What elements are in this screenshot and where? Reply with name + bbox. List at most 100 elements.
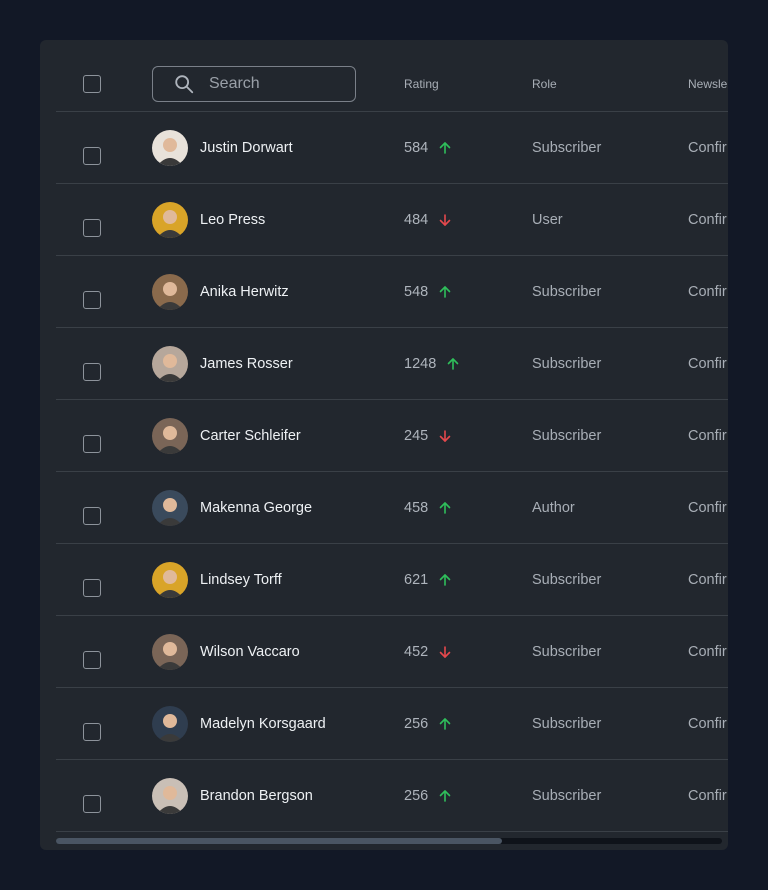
user-name[interactable]: Justin Dorwart xyxy=(200,140,293,156)
rating-cell: 621 xyxy=(404,572,452,588)
row-checkbox[interactable] xyxy=(83,723,101,741)
rating-value: 245 xyxy=(404,428,429,444)
role-cell: Subscriber xyxy=(532,644,602,660)
role-cell: Subscriber xyxy=(532,356,602,372)
select-all-checkbox[interactable] xyxy=(83,75,101,93)
column-header-rating[interactable]: Rating xyxy=(404,77,439,91)
rating-value: 458 xyxy=(404,500,429,516)
horizontal-scrollbar[interactable] xyxy=(56,838,722,844)
role-cell: Subscriber xyxy=(532,572,602,588)
table-row[interactable]: Madelyn Korsgaard 256 Subscriber Confir xyxy=(56,688,728,760)
newsletter-cell: Confir xyxy=(688,140,727,156)
rating-value: 621 xyxy=(404,572,429,588)
arrow-down-icon xyxy=(439,214,451,226)
row-checkbox[interactable] xyxy=(83,363,101,381)
arrow-up-icon xyxy=(439,790,451,802)
row-checkbox[interactable] xyxy=(83,219,101,237)
rating-value: 256 xyxy=(404,716,429,732)
row-checkbox[interactable] xyxy=(83,651,101,669)
user-name[interactable]: Lindsey Torff xyxy=(200,572,282,588)
table-row[interactable]: Anika Herwitz 548 Subscriber Confir xyxy=(56,256,728,328)
user-name[interactable]: Leo Press xyxy=(200,212,265,228)
role-cell: Subscriber xyxy=(532,140,602,156)
row-checkbox[interactable] xyxy=(83,291,101,309)
newsletter-cell: Confir xyxy=(688,284,727,300)
user-name[interactable]: Carter Schleifer xyxy=(200,428,301,444)
rating-value: 584 xyxy=(404,140,429,156)
role-cell: Subscriber xyxy=(532,788,602,804)
rating-cell: 484 xyxy=(404,212,452,228)
role-cell: Author xyxy=(532,500,575,516)
role-cell: Subscriber xyxy=(532,716,602,732)
rating-cell: 1248 xyxy=(404,356,460,372)
table-row[interactable]: Makenna George 458 Author Confir xyxy=(56,472,728,544)
table-row[interactable]: Brandon Bergson 256 Subscriber Confir xyxy=(56,760,728,832)
newsletter-cell: Confir xyxy=(688,500,727,516)
arrow-up-icon xyxy=(439,502,451,514)
rating-cell: 548 xyxy=(404,284,452,300)
newsletter-cell: Confir xyxy=(688,428,727,444)
arrow-down-icon xyxy=(439,430,451,442)
avatar[interactable] xyxy=(152,562,188,598)
avatar[interactable] xyxy=(152,706,188,742)
scrollbar-thumb[interactable] xyxy=(56,838,502,844)
avatar[interactable] xyxy=(152,346,188,382)
row-checkbox[interactable] xyxy=(83,795,101,813)
rating-value: 452 xyxy=(404,644,429,660)
arrow-up-icon xyxy=(439,718,451,730)
avatar[interactable] xyxy=(152,274,188,310)
rating-value: 1248 xyxy=(404,356,437,372)
avatar[interactable] xyxy=(152,418,188,454)
rating-value: 256 xyxy=(404,788,429,804)
users-table: Rating Role Newsle Justin Dorwart 584 Su… xyxy=(56,40,728,832)
table-header: Rating Role Newsle xyxy=(56,40,728,112)
table-row[interactable]: Lindsey Torff 621 Subscriber Confir xyxy=(56,544,728,616)
column-header-role[interactable]: Role xyxy=(532,77,557,91)
newsletter-cell: Confir xyxy=(688,716,727,732)
arrow-down-icon xyxy=(439,646,451,658)
table-row[interactable]: James Rosser 1248 Subscriber Confir xyxy=(56,328,728,400)
arrow-up-icon xyxy=(447,358,459,370)
rating-cell: 584 xyxy=(404,140,452,156)
newsletter-cell: Confir xyxy=(688,212,727,228)
table-row[interactable]: Justin Dorwart 584 Subscriber Confir xyxy=(56,112,728,184)
search-input[interactable] xyxy=(209,75,349,93)
avatar[interactable] xyxy=(152,778,188,814)
role-cell: User xyxy=(532,212,563,228)
rating-cell: 458 xyxy=(404,500,452,516)
rating-value: 484 xyxy=(404,212,429,228)
rating-cell: 245 xyxy=(404,428,452,444)
user-name[interactable]: James Rosser xyxy=(200,356,293,372)
newsletter-cell: Confir xyxy=(688,788,727,804)
search-box[interactable] xyxy=(152,66,356,102)
avatar[interactable] xyxy=(152,490,188,526)
arrow-up-icon xyxy=(439,142,451,154)
row-checkbox[interactable] xyxy=(83,435,101,453)
arrow-up-icon xyxy=(439,286,451,298)
row-checkbox[interactable] xyxy=(83,507,101,525)
row-checkbox[interactable] xyxy=(83,579,101,597)
avatar[interactable] xyxy=(152,202,188,238)
newsletter-cell: Confir xyxy=(688,356,727,372)
user-name[interactable]: Madelyn Korsgaard xyxy=(200,716,326,732)
table-row[interactable]: Wilson Vaccaro 452 Subscriber Confir xyxy=(56,616,728,688)
table-row[interactable]: Leo Press 484 User Confir xyxy=(56,184,728,256)
search-icon xyxy=(175,75,194,94)
avatar[interactable] xyxy=(152,130,188,166)
user-name[interactable]: Wilson Vaccaro xyxy=(200,644,300,660)
column-header-newsletter[interactable]: Newsle xyxy=(688,77,727,91)
table-row[interactable]: Carter Schleifer 245 Subscriber Confir xyxy=(56,400,728,472)
user-name[interactable]: Makenna George xyxy=(200,500,312,516)
user-name[interactable]: Anika Herwitz xyxy=(200,284,289,300)
user-name[interactable]: Brandon Bergson xyxy=(200,788,313,804)
role-cell: Subscriber xyxy=(532,428,602,444)
row-checkbox[interactable] xyxy=(83,147,101,165)
rating-cell: 256 xyxy=(404,788,452,804)
newsletter-cell: Confir xyxy=(688,572,727,588)
newsletter-cell: Confir xyxy=(688,644,727,660)
role-cell: Subscriber xyxy=(532,284,602,300)
arrow-up-icon xyxy=(439,574,451,586)
rating-cell: 452 xyxy=(404,644,452,660)
avatar[interactable] xyxy=(152,634,188,670)
rating-cell: 256 xyxy=(404,716,452,732)
